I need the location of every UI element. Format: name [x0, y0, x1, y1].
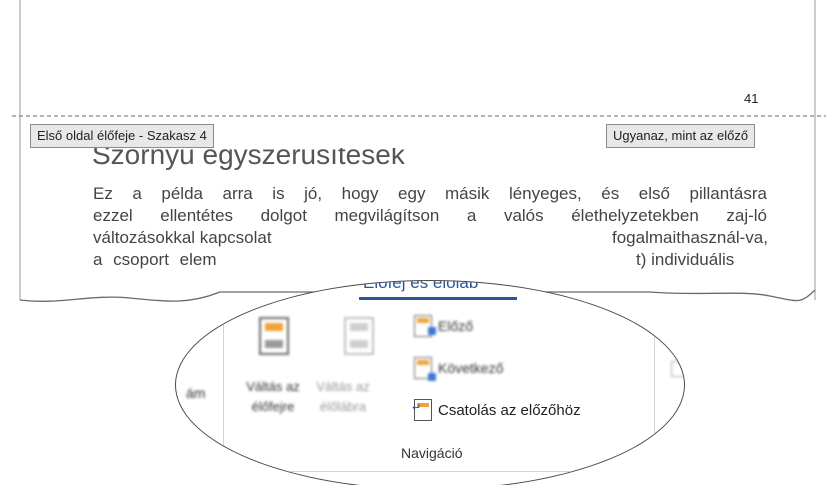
icon-arrow: [428, 327, 436, 335]
document-line-3-end: használ-va,: [681, 228, 768, 247]
ribbon-fragment-left: ám: [186, 385, 206, 401]
same-as-previous-tag[interactable]: Ugyanaz, mint az előző: [606, 124, 756, 148]
navigation-group-label: Navigáció: [401, 445, 463, 461]
document-line-3-start: változásokkal kapcsolat: [93, 228, 272, 247]
footer-page-icon: [344, 317, 374, 355]
active-tab-indicator: [359, 297, 517, 300]
header-band: [265, 323, 283, 331]
header-band: [350, 323, 368, 331]
link-arrow-glyph: ↵: [412, 402, 422, 414]
next-section-icon: [414, 357, 436, 381]
previous-label: Előző: [438, 318, 474, 334]
goto-header-label-2: élőfejre: [251, 399, 295, 414]
icon-band: [417, 318, 429, 323]
goto-header-button[interactable]: Váltás az élőfejre: [239, 377, 307, 417]
first-page-header-section-tag[interactable]: Első oldal élőfeje - Szakasz 4: [30, 124, 214, 148]
document-line-2: ezzel ellentétes dolgot megvilágítson a …: [93, 206, 767, 225]
previous-section-icon: [414, 315, 436, 337]
icon-arrow: [428, 373, 436, 381]
word-document-view: 41 Szörnyű egyszerűsítések Ez a példa ar…: [0, 0, 835, 485]
link-to-previous-icon: ↵: [412, 399, 432, 421]
footer-band: [265, 340, 283, 348]
header-page-icon[interactable]: [259, 317, 289, 355]
footer-band: [350, 340, 368, 348]
document-line-4-end: t) individuális: [636, 250, 735, 269]
ribbon-group-separator-right: [654, 311, 655, 456]
icon-band: [417, 360, 429, 365]
goto-footer-button: Váltás az élőlábra: [306, 377, 380, 417]
ribbon-magnifier-lens: Nézet Élőfej és élőláb ám Váltás az élőf…: [175, 280, 685, 485]
ribbon-fragment-right-icon: [671, 361, 684, 377]
previous-section-button[interactable]: Előző: [414, 315, 473, 337]
ribbon-bottom-border: [191, 471, 671, 472]
page-number: 41: [744, 91, 759, 106]
goto-footer-label-2: élőlábra: [319, 399, 367, 414]
link-to-previous-button[interactable]: ↵ Csatolás az előzőhöz: [412, 399, 581, 421]
document-line-3-mid: fogalmait: [612, 228, 681, 247]
tab-view[interactable]: Nézet: [259, 281, 301, 295]
next-section-button[interactable]: Következő: [414, 357, 504, 381]
tab-header-footer[interactable]: Élőfej és élőláb: [363, 281, 478, 293]
goto-header-label-1: Váltás az: [246, 379, 300, 394]
ribbon-group-separator-left: [223, 311, 224, 456]
goto-footer-label-1: Váltás az: [316, 379, 370, 394]
document-line-1: Ez a példa arra is jó, hogy egy másik lé…: [93, 184, 767, 203]
document-line-4-start: a csoport elem: [93, 250, 217, 269]
link-to-previous-label: Csatolás az előzőhöz: [438, 401, 581, 419]
ribbon-fragment-right-icon-top: [671, 323, 684, 339]
next-label: Következő: [438, 360, 504, 376]
